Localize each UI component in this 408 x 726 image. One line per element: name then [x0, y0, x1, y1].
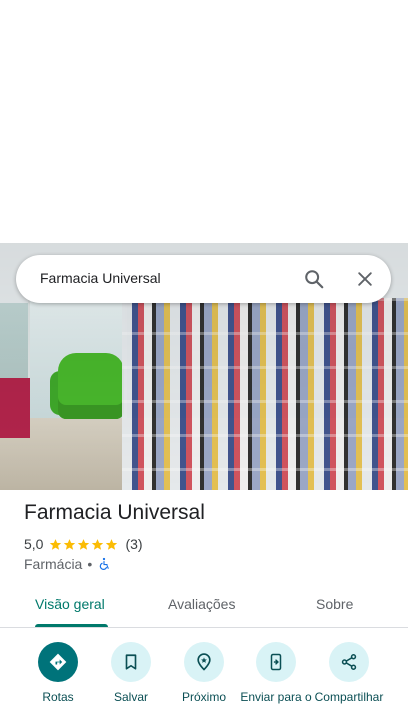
active-tab-indicator	[35, 624, 108, 627]
directions-label: Rotas	[42, 690, 74, 704]
star-icon	[64, 538, 76, 550]
send-to-phone-label: Enviar para o	[240, 690, 312, 704]
star-icon	[106, 538, 118, 550]
search-icon[interactable]	[303, 268, 325, 290]
rating-stars	[49, 538, 119, 551]
save-button-circle[interactable]	[111, 642, 151, 682]
save-label: Salvar	[113, 690, 148, 704]
action-bar: Rotas Salvar Próximo Enviar para o Compa…	[0, 640, 408, 726]
share-button-circle[interactable]	[329, 642, 369, 682]
review-count[interactable]: (3)	[125, 536, 142, 552]
star-icon	[78, 538, 90, 550]
nearby-label: Próximo	[181, 690, 226, 704]
directions-icon	[49, 653, 67, 671]
place-title: Farmacia Universal	[24, 501, 205, 524]
share-label: Compartilhar	[314, 690, 384, 704]
directions-button-circle[interactable]	[38, 642, 78, 682]
nearby-button-circle[interactable]	[184, 642, 224, 682]
share-button[interactable]: Compartilhar	[313, 640, 385, 704]
tab-reviews[interactable]: Avaliações	[168, 596, 235, 612]
tab-overview[interactable]: Visão geral	[35, 596, 105, 612]
rating-value: 5,0	[24, 536, 44, 552]
save-button[interactable]: Salvar	[95, 640, 167, 704]
tab-bar: Visão geral Avaliações Sobre	[0, 586, 408, 628]
category-row: Farmácia •	[24, 556, 111, 572]
rating-row[interactable]: 5,0 (3)	[24, 536, 143, 552]
send-to-phone-button-circle[interactable]	[256, 642, 296, 682]
directions-button[interactable]: Rotas	[22, 640, 94, 704]
bookmark-icon	[125, 654, 137, 670]
nearby-button[interactable]: Próximo	[168, 640, 240, 704]
wheelchair-accessible-icon	[100, 557, 110, 570]
blank-map-area	[0, 0, 408, 243]
send-to-phone-icon	[270, 653, 282, 671]
star-icon	[92, 538, 104, 550]
star-icon	[50, 538, 62, 550]
search-bar[interactable]: Farmacia Universal	[16, 255, 391, 303]
search-input[interactable]: Farmacia Universal	[40, 270, 161, 286]
send-to-phone-button[interactable]: Enviar para o	[240, 640, 312, 704]
nearby-icon	[197, 653, 211, 671]
close-icon[interactable]	[355, 269, 375, 289]
place-category: Farmácia	[24, 556, 83, 572]
share-icon	[341, 654, 357, 670]
tab-about[interactable]: Sobre	[316, 596, 353, 612]
separator-dot: •	[87, 556, 93, 572]
